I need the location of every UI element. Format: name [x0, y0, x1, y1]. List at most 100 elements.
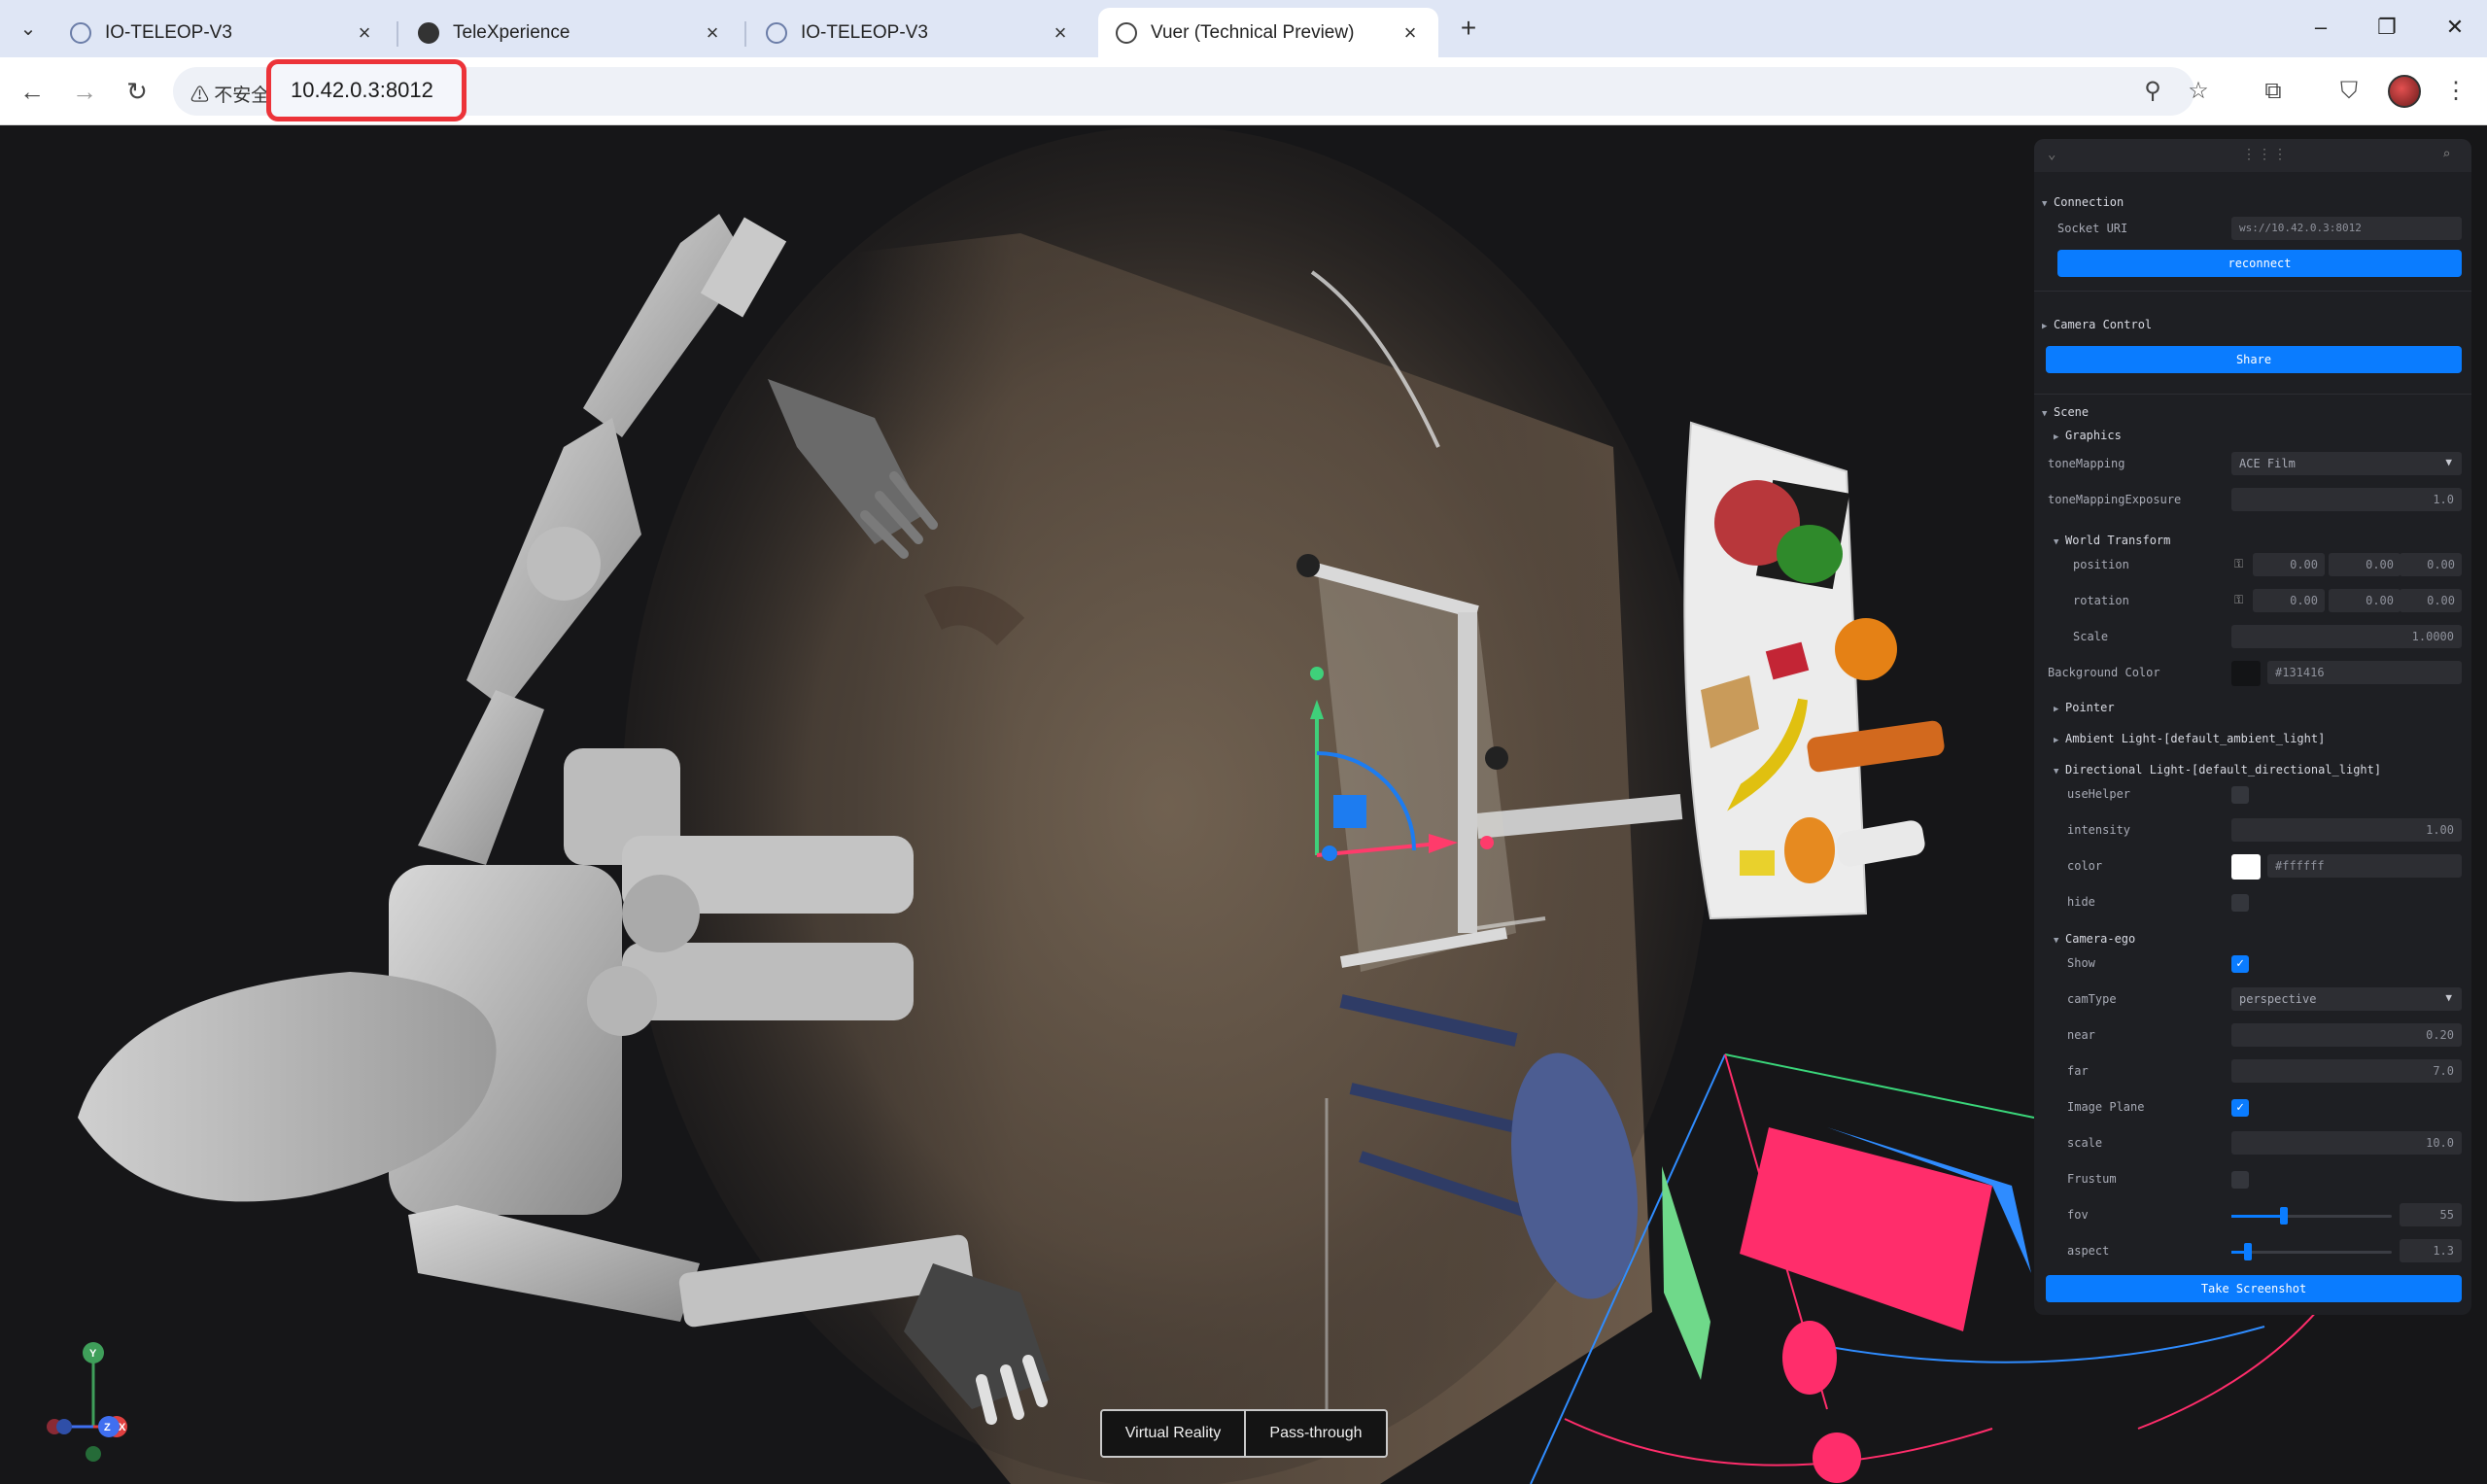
position-y-input[interactable]: 0.00 — [2329, 553, 2401, 576]
browser-toolbar: ← → ↻ ⚠ 不安全 10.42.0.3:8012 ⚲ ☆ ⧉ ⛉ ⋮ — [0, 57, 2487, 125]
hide-checkbox[interactable] — [2231, 894, 2249, 912]
aspect-input[interactable]: 1.3 — [2400, 1239, 2462, 1262]
show-label: Show — [2067, 956, 2095, 970]
take-screenshot-button[interactable]: Take Screenshot — [2046, 1275, 2462, 1302]
close-icon[interactable]: × — [1050, 20, 1071, 46]
row-frustum: Frustum — [2034, 1165, 2471, 1194]
row-scale: Scale 1.0000 — [2034, 623, 2471, 652]
caret-down-icon: ▼ — [2054, 537, 2059, 547]
use-helper-checkbox[interactable] — [2231, 786, 2249, 804]
frustum-label: Frustum — [2067, 1172, 2117, 1186]
close-icon[interactable]: × — [354, 20, 375, 46]
lock-icon[interactable]: ⚿ — [2234, 593, 2243, 607]
search-icon[interactable]: ⌕ — [2442, 147, 2450, 162]
address-bar[interactable]: ⚠ 不安全 10.42.0.3:8012 — [173, 59, 2194, 121]
forward-arrow-icon[interactable]: → — [66, 73, 103, 110]
aspect-slider[interactable] — [2231, 1243, 2392, 1260]
folder-pointer[interactable]: ▶ Pointer — [2054, 701, 2115, 714]
cam-type-label: camType — [2067, 992, 2117, 1006]
fov-slider-knob[interactable] — [2280, 1207, 2288, 1225]
close-icon[interactable]: × — [1399, 20, 1421, 46]
hide-label: hide — [2067, 895, 2095, 909]
extensions-puzzle-icon[interactable]: ⧉ — [2255, 73, 2292, 110]
collapse-chevron-icon[interactable]: ⌄ — [2048, 147, 2055, 162]
pass-through-button[interactable]: Pass-through — [1244, 1411, 1386, 1456]
rotation-y-input[interactable]: 0.00 — [2329, 589, 2401, 612]
insecure-warning[interactable]: ⚠ 不安全 — [190, 81, 269, 107]
folder-directional-light[interactable]: ▼ Directional Light-[default_directional_… — [2054, 763, 2381, 777]
tab-divider — [744, 21, 746, 47]
tone-mapping-select[interactable]: ACE Film ▼ — [2231, 452, 2462, 475]
folder-world-transform[interactable]: ▼ World Transform — [2054, 534, 2170, 547]
far-input[interactable]: 7.0 — [2231, 1059, 2462, 1083]
background-color-input[interactable]: #131416 — [2267, 661, 2462, 684]
reconnect-button[interactable]: reconnect — [2057, 250, 2462, 277]
aspect-slider-knob[interactable] — [2244, 1243, 2252, 1260]
shield-icon[interactable]: ⛉ — [2331, 73, 2367, 110]
reload-icon[interactable]: ↻ — [119, 73, 155, 110]
rotation-x-input[interactable]: 0.00 — [2253, 589, 2325, 612]
virtual-reality-button[interactable]: Virtual Reality — [1102, 1411, 1244, 1456]
socket-uri-input[interactable]: ws://10.42.0.3:8012 — [2231, 217, 2462, 240]
caret-right-icon: ▶ — [2054, 432, 2059, 442]
near-label: near — [2067, 1028, 2095, 1042]
tab-io-teleop-2[interactable]: IO-TELEOP-V3 × — [748, 8, 1088, 57]
intensity-input[interactable]: 1.00 — [2231, 818, 2462, 842]
bookmark-star-icon[interactable]: ☆ — [2180, 73, 2217, 110]
row-cam-type: camType perspective ▼ — [2034, 985, 2471, 1015]
scale-input[interactable]: 1.0000 — [2231, 625, 2462, 648]
lock-icon[interactable]: ⚿ — [2234, 557, 2243, 571]
folder-scene[interactable]: ▼ Scene — [2042, 405, 2089, 419]
position-z-input[interactable]: 0.00 — [2400, 553, 2462, 576]
globe-icon — [1116, 21, 1137, 44]
cam-type-value: perspective — [2239, 992, 2317, 1006]
close-icon[interactable]: × — [702, 20, 723, 46]
folder-title: Connection — [2054, 195, 2124, 209]
folder-ambient-light[interactable]: ▶ Ambient Light-[default_ambient_light] — [2054, 732, 2325, 745]
color-input[interactable]: #ffffff — [2267, 854, 2462, 878]
near-input[interactable]: 0.20 — [2231, 1023, 2462, 1047]
position-x-input[interactable]: 0.00 — [2253, 553, 2325, 576]
tab-io-teleop-1[interactable]: IO-TELEOP-V3 × — [52, 8, 393, 57]
panel-header[interactable]: ⌄ ⋮⋮⋮ ⌕ — [2034, 139, 2471, 172]
share-button[interactable]: Share — [2046, 346, 2462, 373]
background-color-swatch[interactable] — [2231, 661, 2261, 686]
restore-icon[interactable]: ❐ — [2367, 10, 2406, 45]
window-close-icon[interactable]: ✕ — [2435, 10, 2474, 45]
row-intensity: intensity 1.00 — [2034, 816, 2471, 846]
tab-vuer[interactable]: Vuer (Technical Preview) × — [1098, 8, 1438, 57]
cam-type-select[interactable]: perspective ▼ — [2231, 987, 2462, 1011]
axis-orientation-gizmo[interactable]: Y Z X — [39, 1331, 155, 1467]
minimize-icon[interactable]: – — [2301, 10, 2340, 45]
folder-title: Directional Light-[default_directional_l… — [2065, 763, 2382, 777]
scale-2-input[interactable]: 10.0 — [2231, 1131, 2462, 1155]
tab-search-chevron-icon[interactable]: ⌄ — [12, 12, 45, 45]
tone-exposure-label: toneMappingExposure — [2048, 493, 2182, 506]
tone-exposure-input[interactable]: 1.0 — [2231, 488, 2462, 511]
folder-title: Camera Control — [2054, 318, 2153, 331]
folder-camera-ego[interactable]: ▼ Camera-ego — [2054, 932, 2135, 946]
image-plane-checkbox[interactable]: ✓ — [2231, 1099, 2249, 1117]
frustum-checkbox[interactable] — [2231, 1171, 2249, 1189]
show-checkbox[interactable]: ✓ — [2231, 955, 2249, 973]
back-arrow-icon[interactable]: ← — [14, 73, 51, 110]
fov-input[interactable]: 55 — [2400, 1203, 2462, 1226]
more-menu-icon[interactable]: ⋮ — [2437, 73, 2474, 110]
folder-connection[interactable]: ▼ Connection — [2042, 195, 2124, 209]
background-color-label: Background Color — [2048, 666, 2160, 679]
use-helper-label: useHelper — [2067, 787, 2131, 801]
url-highlight-box: 10.42.0.3:8012 — [266, 59, 466, 121]
row-socket-uri: Socket URI ws://10.42.0.3:8012 — [2034, 215, 2471, 244]
tab-title: TeleXperience — [453, 21, 570, 43]
new-tab-plus-icon[interactable]: + — [1452, 12, 1485, 45]
fov-slider[interactable] — [2231, 1207, 2392, 1225]
drag-handle-icon[interactable]: ⋮⋮⋮ — [2242, 147, 2289, 162]
url-text[interactable]: 10.42.0.3:8012 — [291, 78, 433, 103]
folder-camera-control[interactable]: ▶ Camera Control — [2042, 318, 2152, 331]
color-swatch[interactable] — [2231, 854, 2261, 880]
avatar[interactable] — [2388, 75, 2421, 108]
zoom-icon[interactable]: ⚲ — [2134, 73, 2171, 110]
tab-telexperience[interactable]: TeleXperience × — [400, 8, 741, 57]
rotation-z-input[interactable]: 0.00 — [2400, 589, 2462, 612]
folder-graphics[interactable]: ▶ Graphics — [2054, 429, 2122, 442]
